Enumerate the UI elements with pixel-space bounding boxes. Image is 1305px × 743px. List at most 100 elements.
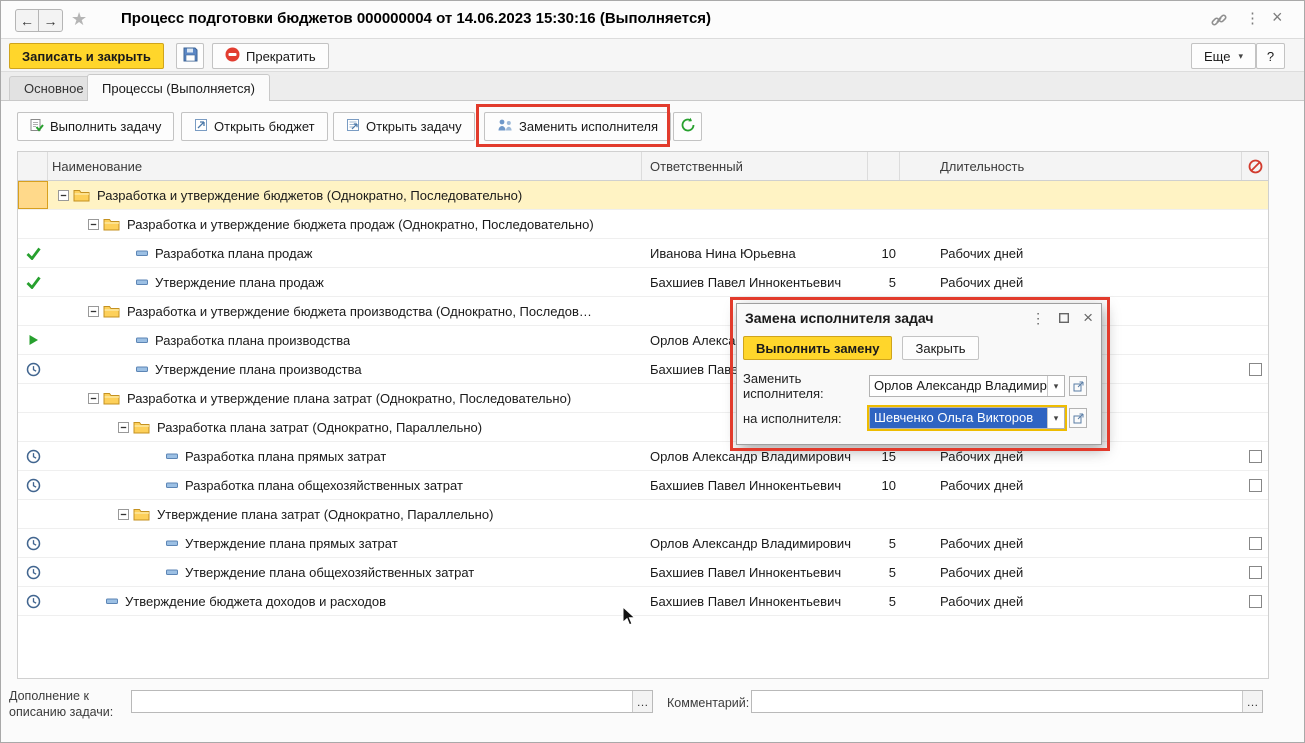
row-checkbox[interactable]: [1248, 565, 1262, 579]
task-icon: [136, 279, 148, 286]
responsible-cell: Бахшиев Павел Иннокентьевич: [650, 477, 842, 493]
collapse-expander-icon[interactable]: [88, 218, 99, 230]
blocked-flag-cell: [1242, 384, 1268, 412]
collapse-expander-icon[interactable]: [88, 305, 99, 317]
task-name: Утверждение плана общехозяйственных затр…: [185, 564, 475, 580]
save-button[interactable]: [176, 43, 204, 69]
window-titlebar: ← → ★ Процесс подготовки бюджетов 000000…: [1, 1, 1304, 39]
open-budget-icon: [194, 118, 208, 135]
collapse-expander-icon[interactable]: [118, 421, 129, 433]
process-window: ← → ★ Процесс подготовки бюджетов 000000…: [0, 0, 1305, 743]
collapse-expander-icon[interactable]: [88, 392, 99, 404]
ellipsis-button[interactable]: …: [632, 691, 652, 712]
blocked-flag-cell: [1242, 587, 1268, 615]
collapse-expander-icon[interactable]: [58, 189, 69, 201]
refresh-button[interactable]: [673, 112, 702, 141]
column-header-duration-value: [868, 152, 900, 180]
status-cell: [18, 297, 48, 325]
help-button[interactable]: ?: [1256, 43, 1285, 69]
more-button[interactable]: Еще ▾: [1191, 43, 1256, 69]
row-checkbox[interactable]: [1248, 449, 1262, 463]
blocked-flag-cell: [1242, 181, 1268, 209]
task-description-addition-input[interactable]: [132, 691, 632, 712]
row-checkbox[interactable]: [1248, 362, 1262, 376]
table-row[interactable]: Утверждение бюджета доходов и расходов Ба…: [18, 587, 1268, 616]
duration-value-cell: 5: [888, 593, 896, 609]
column-header-blocked-icon[interactable]: [1242, 152, 1268, 180]
tab-processes[interactable]: Процессы (Выполняется): [87, 74, 270, 101]
stop-process-button[interactable]: Прекратить: [212, 43, 329, 69]
responsible-cell: Иванова Нина Юрьевна: [650, 245, 796, 261]
duration-value-cell: 5: [888, 274, 896, 290]
collapse-expander-icon[interactable]: [118, 508, 129, 520]
execute-task-label: Выполнить задачу: [50, 119, 162, 134]
task-name: Разработка и утверждение плана затрат (О…: [127, 390, 572, 406]
folder-icon: [73, 189, 90, 202]
blocked-flag-cell: [1242, 210, 1268, 238]
save-and-close-button[interactable]: Записать и закрыть: [9, 43, 164, 69]
table-row[interactable]: Разработка плана общехозяйственных затра…: [18, 471, 1268, 500]
column-header-responsible[interactable]: Ответственный: [642, 152, 868, 180]
comment-input[interactable]: [752, 691, 1242, 712]
dialog-titlebar[interactable]: Замена исполнителя задач ⋮ ×: [737, 304, 1101, 332]
replace-from-open-button[interactable]: [1069, 376, 1087, 396]
table-row[interactable]: Разработка плана продаж Иванова Нина Юрье…: [18, 239, 1268, 268]
task-description-addition-label: Дополнение к описанию задачи:: [9, 689, 114, 720]
blocked-flag-cell: [1242, 500, 1268, 528]
blocked-flag-cell: [1242, 268, 1268, 296]
responsible-cell: Орлов Александр Владимирович: [650, 535, 851, 551]
status-pending-icon: [18, 355, 48, 383]
duration-value-cell: 15: [881, 448, 896, 464]
open-budget-button[interactable]: Открыть бюджет: [181, 112, 328, 141]
table-row[interactable]: Утверждение плана общехозяйственных затр…: [18, 558, 1268, 587]
comment-field[interactable]: …: [751, 690, 1263, 713]
column-header-name[interactable]: Наименование: [48, 152, 642, 180]
chevron-down-icon[interactable]: ▾: [1047, 408, 1064, 428]
table-row[interactable]: Разработка и утверждение бюджета продаж …: [18, 210, 1268, 239]
table-row[interactable]: Утверждение плана затрат (Однократно, Па…: [18, 500, 1268, 529]
row-checkbox[interactable]: [1248, 594, 1262, 608]
replace-executor-button[interactable]: Заменить исполнителя: [484, 112, 672, 141]
kebab-menu-icon[interactable]: ⋮: [1245, 9, 1260, 27]
dialog-close-icon[interactable]: ×: [1083, 308, 1093, 328]
row-checkbox[interactable]: [1248, 478, 1262, 492]
column-header-duration[interactable]: Длительность: [900, 152, 1242, 180]
blocked-flag-cell: [1242, 442, 1268, 470]
status-running-icon: [18, 326, 48, 354]
status-cell: [18, 500, 48, 528]
chevron-down-icon[interactable]: ▾: [1047, 376, 1064, 396]
dialog-maximize-icon[interactable]: [1059, 313, 1070, 323]
row-checkbox[interactable]: [1248, 536, 1262, 550]
duration-units-cell: Рабочих дней: [940, 477, 1024, 493]
replace-from-combobox[interactable]: Орлов Александр Владимирович ▾: [869, 375, 1065, 397]
open-budget-label: Открыть бюджет: [214, 119, 315, 134]
replace-to-combobox[interactable]: Шевченко Ольга Викторов ▾: [869, 407, 1065, 429]
page-title: Процесс подготовки бюджетов 000000004 от…: [121, 10, 712, 27]
replace-to-open-button[interactable]: [1069, 408, 1087, 428]
back-arrow-icon[interactable]: ←: [15, 9, 39, 32]
execute-replace-button[interactable]: Выполнить замену: [743, 336, 893, 360]
table-row[interactable]: Утверждение плана прямых затрат Орлов Але…: [18, 529, 1268, 558]
dialog-kebab-icon[interactable]: ⋮: [1031, 310, 1045, 327]
task-description-addition-field[interactable]: …: [131, 690, 653, 713]
task-icon: [166, 453, 178, 460]
table-row[interactable]: Утверждение плана продаж Бахшиев Павел Ин…: [18, 268, 1268, 297]
favorite-star-icon[interactable]: ★: [71, 9, 87, 30]
replace-executor-dialog: Замена исполнителя задач ⋮ × Выполнить з…: [736, 303, 1102, 445]
execute-task-button[interactable]: Выполнить задачу: [17, 112, 175, 141]
status-pending-icon: [18, 587, 48, 615]
link-icon[interactable]: [1210, 11, 1228, 32]
close-icon[interactable]: ×: [1272, 7, 1283, 28]
task-name-cell: Разработка и утверждение бюджета произво…: [48, 297, 642, 325]
folder-icon: [133, 508, 150, 521]
status-pending-icon: [18, 558, 48, 586]
forward-arrow-icon[interactable]: →: [39, 9, 63, 32]
chevron-down-icon: ▾: [1238, 50, 1243, 61]
ellipsis-button[interactable]: …: [1242, 691, 1262, 712]
table-row[interactable]: Разработка и утверждение бюджетов (Однок…: [18, 181, 1268, 210]
responsible-cell: Бахшиев Павел Иннокентьевич: [650, 593, 842, 609]
dialog-close-button[interactable]: Закрыть: [902, 336, 979, 360]
open-task-button[interactable]: Открыть задачу: [333, 112, 475, 141]
table-row[interactable]: Разработка плана прямых затрат Орлов Алек…: [18, 442, 1268, 471]
tab-main[interactable]: Основное: [9, 76, 99, 100]
